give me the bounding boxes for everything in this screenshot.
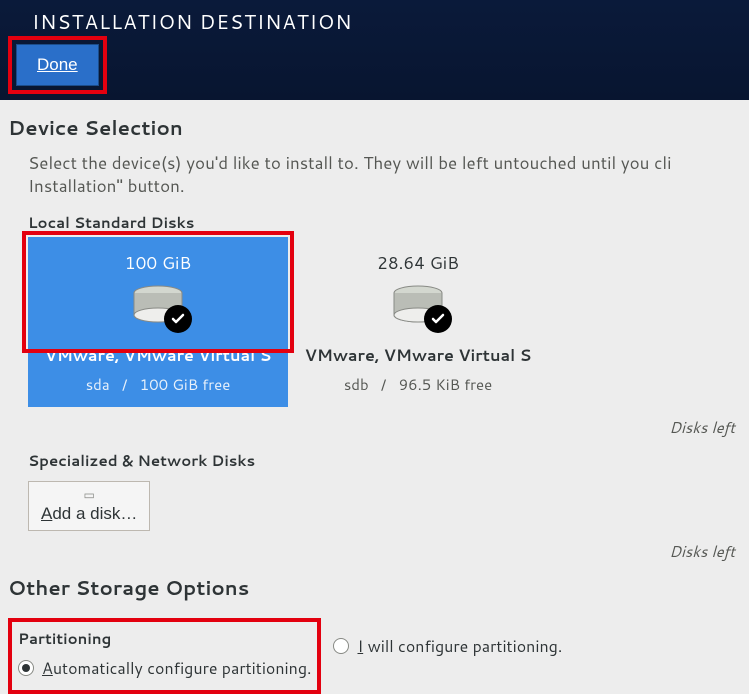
- disk-size: 28.64 GiB: [298, 251, 538, 275]
- header-bar: INSTALLATION DESTINATION Done: [0, 0, 749, 100]
- partitioning-highlight: Partitioning Automatically configure par…: [8, 618, 321, 694]
- local-disks-label: Local Standard Disks: [28, 212, 741, 233]
- hard-disk-icon: [390, 285, 446, 327]
- disk-meta: sda / 100 GiB free: [38, 374, 278, 395]
- disk-size: 100 GiB: [38, 251, 278, 275]
- radio-manual-label: I will configure partitioning.: [357, 635, 562, 658]
- disk-dev: sdb: [344, 374, 369, 395]
- page-title: INSTALLATION DESTINATION: [32, 8, 729, 36]
- specialized-disks-left-label: Disks left: [8, 541, 735, 562]
- device-selection-heading: Device Selection: [8, 114, 741, 142]
- add-disk-button[interactable]: ▭ Add a disk…: [28, 481, 150, 531]
- specialized-disks-label: Specialized & Network Disks: [28, 450, 741, 471]
- disk-dev: sda: [86, 374, 110, 395]
- disk-meta: sdb / 96.5 KiB free: [298, 374, 538, 395]
- hard-disk-icon: [130, 285, 186, 327]
- local-disks-left-label: Disks left: [8, 417, 735, 438]
- disk-name: VMware, VMware Virtual S: [38, 341, 278, 370]
- add-disk-label: Add a disk…: [41, 504, 137, 524]
- checkmark-icon: [164, 305, 192, 333]
- done-highlight: Done: [8, 36, 107, 94]
- radio-auto-label: Automatically configure partitioning.: [42, 657, 311, 680]
- other-storage-heading: Other Storage Options: [8, 574, 741, 602]
- radio-icon: [18, 660, 34, 676]
- disk-name: VMware, VMware Virtual S: [298, 341, 538, 370]
- disk-free: 100 GiB free: [140, 374, 231, 395]
- disk-small-icon: ▭: [84, 488, 95, 502]
- checkmark-icon: [424, 305, 452, 333]
- radio-auto-partitioning[interactable]: Automatically configure partitioning.: [18, 657, 311, 680]
- local-disks-row: 100 GiB VMware, VMware Virtual S sda / 1…: [28, 237, 741, 407]
- done-button[interactable]: Done: [16, 44, 99, 86]
- radio-icon: [333, 638, 349, 654]
- radio-manual-partitioning[interactable]: I will configure partitioning.: [333, 635, 562, 658]
- partitioning-label: Partitioning: [18, 628, 311, 649]
- disk-card-sda[interactable]: 100 GiB VMware, VMware Virtual S sda / 1…: [28, 237, 288, 407]
- disk-card-sdb[interactable]: 28.64 GiB VMware, VMware Virtual S sdb /…: [288, 237, 548, 407]
- content-area: Device Selection Select the device(s) yo…: [0, 100, 749, 694]
- disk-free: 96.5 KiB free: [399, 374, 493, 395]
- device-selection-instructions: Select the device(s) you'd like to insta…: [28, 152, 741, 198]
